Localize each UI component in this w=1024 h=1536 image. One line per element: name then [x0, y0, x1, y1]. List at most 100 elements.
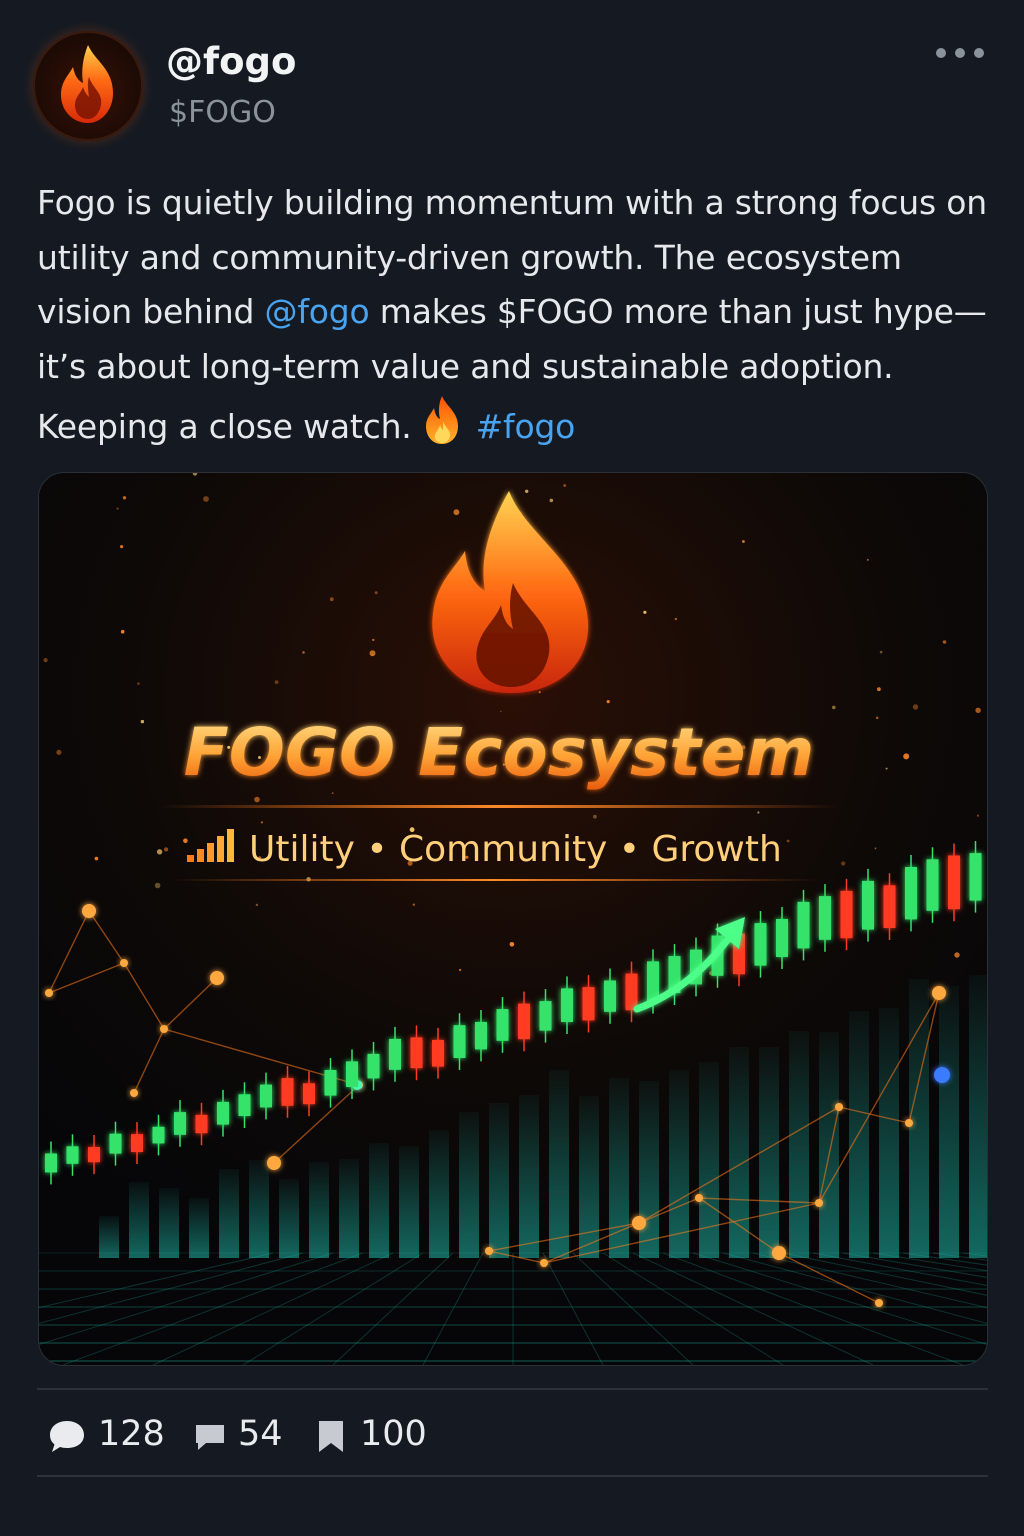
speech-bubble-icon: [50, 1421, 84, 1452]
candle-body: [453, 1025, 466, 1058]
candle-body: [797, 901, 810, 949]
candle-body: [561, 988, 573, 1022]
candle-body: [195, 1114, 208, 1134]
comment-button[interactable]: 128: [48, 1410, 168, 1460]
spark: [374, 591, 378, 595]
spark: [372, 638, 375, 642]
divider-bottom: [37, 1475, 988, 1477]
spark: [954, 952, 960, 958]
spark: [274, 680, 279, 684]
spark: [154, 882, 161, 889]
volume-bar: [219, 1169, 239, 1258]
bookmark-button[interactable]: 100: [316, 1410, 436, 1460]
candle-body: [840, 890, 853, 939]
candle-body: [66, 1146, 79, 1164]
spark: [120, 629, 125, 634]
candle-body: [410, 1037, 423, 1069]
more-options-icon[interactable]: [930, 42, 990, 64]
candle-body: [518, 1003, 530, 1040]
network-node: [632, 1216, 646, 1230]
volume-bar: [369, 1143, 389, 1258]
spark: [757, 811, 760, 814]
network-node: [835, 1103, 843, 1111]
message-square-icon: [196, 1425, 224, 1450]
network-node: [45, 989, 53, 997]
spark: [606, 700, 610, 704]
spark: [643, 610, 647, 614]
network-node: [120, 959, 128, 967]
candle-body: [346, 1061, 358, 1087]
spark: [122, 496, 127, 500]
volume-bar: [399, 1146, 419, 1258]
divider-top: [37, 1388, 988, 1390]
spark: [120, 545, 124, 549]
network-node: [540, 1259, 548, 1267]
spark: [43, 658, 48, 663]
candle-body: [432, 1039, 444, 1067]
spark: [879, 650, 883, 654]
spark: [674, 617, 678, 621]
spark: [94, 856, 99, 861]
spark: [786, 839, 790, 843]
volume-bar: [99, 1216, 119, 1258]
spark: [453, 509, 460, 516]
spark: [593, 814, 597, 819]
spark: [841, 861, 846, 866]
spark: [137, 682, 140, 685]
candle-body: [174, 1112, 186, 1135]
volume-bar: [309, 1162, 329, 1258]
spark: [183, 838, 188, 843]
volume-bar: [729, 1047, 749, 1258]
candle-body: [152, 1126, 165, 1144]
volume-bar: [519, 1095, 539, 1258]
candle-body: [647, 961, 659, 1002]
spark: [538, 691, 541, 694]
hashtag-link[interactable]: #fogo: [476, 407, 576, 446]
candle-body: [109, 1133, 122, 1154]
spark: [912, 704, 919, 710]
volume-bar: [459, 1112, 479, 1258]
spark: [509, 942, 515, 947]
candle-body: [539, 1001, 552, 1031]
spark: [156, 849, 163, 855]
fire-emoji-icon: [422, 394, 462, 463]
volume-bar: [249, 1160, 269, 1258]
volume-bar: [849, 1011, 869, 1258]
volume-bar: [159, 1188, 179, 1258]
candle-body: [625, 973, 638, 1011]
username[interactable]: @fogo: [166, 40, 296, 83]
candle-body: [926, 859, 939, 911]
candle-body: [367, 1053, 380, 1079]
spark: [458, 968, 462, 972]
network-node: [875, 1299, 883, 1307]
repost-button[interactable]: 54: [193, 1410, 293, 1460]
candle-body: [883, 885, 896, 928]
spark: [976, 814, 980, 817]
network-node: [905, 1119, 913, 1127]
flame-logo-icon: [61, 45, 113, 123]
spark: [874, 847, 877, 850]
candle-body: [217, 1101, 229, 1125]
post-image[interactable]: FOGO Ecosystem Utility • Community • Gro…: [38, 472, 988, 1366]
candle-body: [776, 919, 788, 957]
comment-count: 128: [98, 1414, 165, 1454]
mention-link[interactable]: @fogo: [265, 292, 370, 331]
volume-bar: [969, 975, 987, 1258]
network-node: [695, 1194, 703, 1202]
volume-bar: [759, 1047, 779, 1258]
candle-body: [905, 867, 917, 920]
spark: [885, 767, 888, 770]
spark: [255, 903, 259, 907]
volume-bar: [819, 1032, 839, 1258]
network-node: [82, 904, 96, 918]
candle-body: [324, 1070, 337, 1096]
network-node: [815, 1199, 823, 1207]
spark: [975, 707, 981, 713]
spark: [877, 687, 881, 692]
volume-bar: [189, 1198, 209, 1258]
candle-body: [948, 855, 960, 910]
avatar[interactable]: [33, 31, 143, 141]
candle-body: [969, 853, 982, 901]
candle-body: [604, 980, 616, 1012]
volume-bar: [129, 1182, 149, 1258]
